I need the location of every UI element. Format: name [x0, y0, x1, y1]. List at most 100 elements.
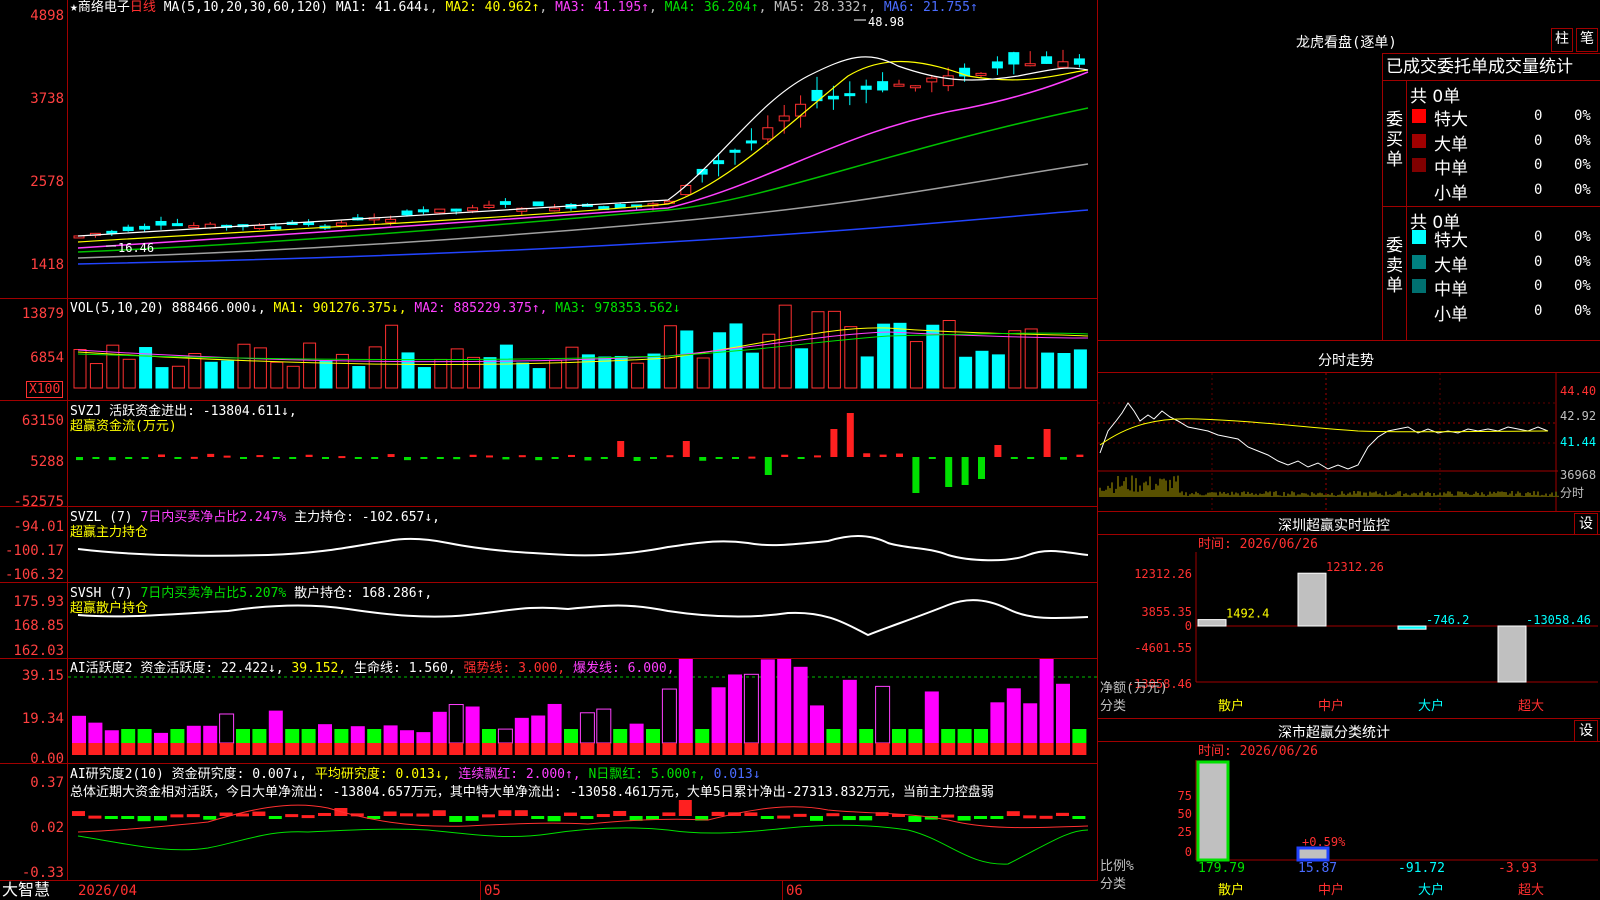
retail-position-chart[interactable]	[68, 583, 1097, 658]
ai2-value3: 连续飘红: 2.000↑,	[458, 767, 581, 782]
activity-bar	[318, 724, 332, 743]
legend-swatch	[1412, 109, 1426, 123]
activity-chart[interactable]	[68, 659, 1097, 763]
chart-area[interactable]: ★商络电子日线 MA(5,10,20,30,60,120) MA1: 41.64…	[0, 0, 1098, 900]
tick-mode-button[interactable]: 笔	[1576, 28, 1598, 52]
right-panel: 龙虎看盘(逐单) 柱 笔 已成交委托单成交量统计 委买单 委卖单 共 0单 共 …	[1098, 0, 1600, 900]
monitor-tick: 0	[1185, 619, 1192, 633]
date-label: 06	[786, 883, 803, 899]
research-bar	[104, 816, 118, 820]
monitor-tick: 12312.26	[1134, 567, 1192, 581]
research-bar	[1056, 812, 1069, 816]
y-tick: 175.93	[13, 594, 64, 610]
ma4-label: MA4:	[664, 0, 696, 15]
fund-flow-bar	[240, 457, 247, 459]
candle-body	[762, 127, 774, 140]
y-tick: -52575	[13, 494, 64, 510]
activity-bar	[875, 685, 891, 744]
order-pct: 0%	[1574, 157, 1591, 173]
unit-badge[interactable]: X100	[26, 381, 64, 398]
ma3-line	[77, 71, 1089, 249]
activity-bar	[661, 688, 677, 744]
bar-mode-button[interactable]: 柱	[1551, 28, 1573, 52]
price-chart[interactable]: 48.98 16.46	[68, 14, 1097, 298]
stats-chart[interactable]: 75 50 25 0 +0.59% 比例% 分类 179.79 15.87 -9…	[1098, 760, 1600, 900]
fund-flow-bar	[699, 457, 707, 461]
activity-base	[219, 743, 234, 755]
y-tick: 5288	[30, 454, 64, 470]
candle-body	[335, 222, 347, 227]
volume-chart[interactable]	[68, 300, 1097, 399]
research-bar	[1023, 815, 1037, 819]
activity-bar	[777, 659, 792, 743]
research-bar	[465, 816, 479, 821]
ma3-label: MA3:	[555, 0, 587, 15]
candle-body	[1057, 61, 1069, 68]
category-label: 超大	[1518, 699, 1544, 714]
research-bar	[826, 813, 840, 817]
activity-base	[268, 743, 283, 755]
activity-base	[104, 743, 119, 755]
activity-base	[777, 743, 792, 755]
activity-bar	[859, 729, 874, 743]
research-bar	[514, 810, 528, 816]
category-label: 大户	[1418, 882, 1444, 898]
research-bar	[268, 816, 282, 819]
volume-bar	[73, 348, 87, 389]
research-bar	[859, 816, 873, 821]
fund-flow-bar	[436, 457, 444, 459]
intraday-volume-bars	[1099, 475, 1559, 497]
volume-bar	[1073, 349, 1087, 389]
stats-value: 179.79	[1198, 861, 1245, 876]
volume-bar	[368, 346, 382, 389]
fund-flow-bar	[289, 457, 297, 459]
activity-base	[203, 743, 218, 755]
fund-flow-bar	[814, 455, 821, 458]
volume-bar	[385, 324, 399, 389]
main-position-chart[interactable]	[68, 507, 1097, 582]
monitor-chart[interactable]: 12312.26 3855.35 0 -4601.55 -13058.46 14…	[1098, 552, 1600, 718]
volume-bar	[253, 347, 267, 389]
ma4-line	[77, 107, 1089, 253]
research-bar	[793, 813, 807, 817]
fund-flow-bar	[322, 457, 329, 459]
activity-bar	[268, 710, 283, 743]
research-bar	[957, 816, 971, 821]
candle-body	[401, 210, 413, 216]
order-stats-tabs[interactable]: 已成交委托单成交量统计	[1386, 57, 1573, 77]
activity-base	[121, 743, 136, 755]
fund-flow-chart[interactable]	[68, 401, 1097, 506]
divider	[0, 298, 1098, 299]
candle-body	[253, 224, 265, 230]
legend-swatch	[1412, 158, 1426, 172]
candle-body	[106, 230, 118, 234]
activity-bar	[579, 712, 595, 744]
fund-flow-bar	[732, 457, 739, 459]
volume-bar	[909, 341, 923, 389]
activity-base	[1072, 743, 1087, 755]
fund-flow-bar	[1010, 457, 1018, 459]
candlesticks	[73, 49, 1085, 239]
activity-bar	[367, 729, 382, 743]
volume-bar	[860, 356, 874, 389]
candle-body	[532, 201, 544, 207]
candle-body	[171, 223, 183, 227]
monitor-tick: 3855.35	[1141, 605, 1192, 619]
period-label[interactable]: 日线	[130, 0, 156, 15]
intraday-chart[interactable]: 44.40 42.92 41.44 36968 分时	[1098, 373, 1600, 511]
stats-settings-button[interactable]: 设	[1574, 720, 1598, 742]
ma-header: MA(5,10,20,30,60,120)	[163, 0, 329, 15]
stats-title: 深市超赢分类统计	[1278, 725, 1390, 741]
monitor-bars: 1492.4 12312.26 -746.2 -13058.46	[1197, 560, 1591, 683]
research-chart[interactable]	[68, 800, 1097, 880]
monitor-settings-button[interactable]: 设	[1574, 513, 1598, 535]
y-tick: -100.17	[4, 543, 64, 559]
activity-base	[613, 743, 628, 755]
ma1-label: MA1:	[335, 0, 368, 15]
divider	[0, 763, 1098, 764]
research-bar	[760, 816, 774, 819]
stock-name[interactable]: 商络电子	[78, 0, 130, 15]
fund-flow-bar	[846, 413, 854, 457]
y-tick: 3738	[30, 91, 64, 107]
volume-bar	[286, 365, 300, 389]
